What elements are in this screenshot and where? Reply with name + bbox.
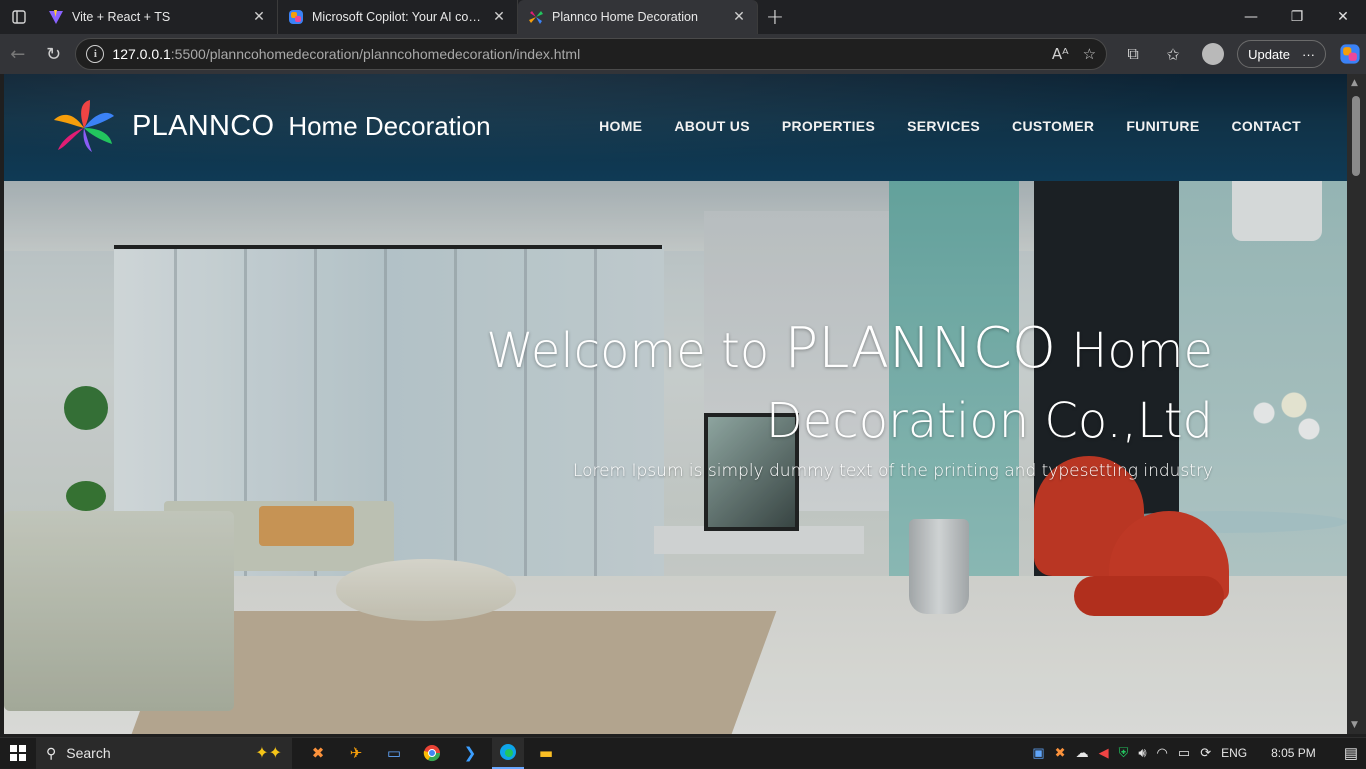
- xampp-icon[interactable]: ✖: [302, 738, 334, 769]
- nav-about-us[interactable]: ABOUT US: [674, 118, 750, 134]
- vscode-icon[interactable]: ❯: [454, 738, 486, 769]
- tray-cloud-icon[interactable]: ☁: [1076, 745, 1089, 761]
- pinwheel-logo-icon: [54, 100, 114, 152]
- page-viewport: PLANNCO Home Decoration HOME ABOUT US PR…: [4, 74, 1347, 734]
- plannco-favicon-icon: [529, 11, 543, 24]
- update-label: Update: [1248, 46, 1290, 62]
- copilot-sidebar-icon[interactable]: [1334, 38, 1366, 70]
- sparkle-icon: ✦✦: [255, 745, 282, 762]
- hero-banner: Welcome to PLANNCO Home Decoration Co.,L…: [4, 181, 1347, 734]
- reload-icon[interactable]: ↻: [36, 38, 72, 70]
- url-text[interactable]: 127.0.0.1:5500/planncohomedecoration/pla…: [112, 46, 580, 62]
- hero-title-brand: PLANNCO: [784, 316, 1056, 381]
- clock[interactable]: 8:05 PM: [1271, 746, 1316, 760]
- edge-icon[interactable]: [492, 737, 524, 769]
- nav-services[interactable]: SERVICES: [907, 118, 980, 134]
- close-icon[interactable]: ✕: [731, 9, 747, 25]
- profile-icon[interactable]: [1197, 38, 1229, 70]
- wifi-icon[interactable]: ◠: [1157, 745, 1168, 761]
- page-scrollbar[interactable]: ▲ ▼: [1347, 74, 1366, 734]
- search-placeholder: Search: [66, 745, 111, 761]
- tab-title: Microsoft Copilot: Your AI companion: [312, 10, 491, 24]
- tab-vite[interactable]: Vite + React + TS ✕: [38, 0, 278, 34]
- hero-title: Welcome to PLANNCO Home Decoration Co.,L…: [213, 314, 1213, 456]
- search-icon: ⚲: [46, 744, 57, 761]
- nav-funiture[interactable]: FUNITURE: [1126, 118, 1199, 134]
- nav-properties[interactable]: PROPERTIES: [782, 118, 875, 134]
- notifications-icon[interactable]: ▤: [1344, 744, 1358, 762]
- taskbar-search[interactable]: ⚲ Search ✦✦: [36, 737, 292, 769]
- nav-contact[interactable]: CONTACT: [1232, 118, 1302, 134]
- tray-app-icon[interactable]: ▣: [1032, 745, 1044, 761]
- volume-icon[interactable]: 🔊︎: [1138, 745, 1146, 761]
- taskbar: ⚲ Search ✦✦ ✖ ✈ ▭ ❯ ▬ ▣ ✖ ☁ ◀ ⛨ 🔊︎ ◠ ▭ ⟳…: [0, 737, 1366, 769]
- favorite-star-icon[interactable]: ☆: [1083, 45, 1096, 63]
- url-host: 127.0.0.1: [112, 46, 171, 62]
- battery-icon[interactable]: ▭: [1178, 745, 1190, 761]
- tab-actions-icon[interactable]: [0, 0, 38, 34]
- vite-icon: [49, 10, 63, 24]
- back-icon[interactable]: ←: [0, 38, 36, 70]
- site-info-icon[interactable]: i: [86, 45, 105, 63]
- browser-toolbar: ← ↻ i 127.0.0.1:5500/planncohomedecorati…: [0, 34, 1366, 74]
- avatar: [1202, 43, 1225, 65]
- close-icon[interactable]: ✕: [491, 9, 507, 25]
- window-controls: — ❐ ✕: [1228, 0, 1366, 34]
- tab-copilot[interactable]: Microsoft Copilot: Your AI companion ✕: [278, 0, 518, 34]
- brand-name: PLANNCO: [132, 109, 275, 142]
- restore-icon[interactable]: ❐: [1274, 0, 1320, 34]
- new-tab-button[interactable]: +: [758, 0, 792, 34]
- monitor-icon[interactable]: ▭: [378, 738, 410, 769]
- system-tray: ▣ ✖ ☁ ◀ ⛨ 🔊︎ ◠ ▭ ⟳ ENG 8:05 PM ▤: [1032, 744, 1366, 762]
- url-path: :5500/planncohomedecoration/planncohomed…: [170, 46, 581, 62]
- scroll-down-icon[interactable]: ▼: [1351, 720, 1358, 730]
- close-window-icon[interactable]: ✕: [1320, 0, 1366, 34]
- scroll-up-icon[interactable]: ▲: [1351, 78, 1358, 88]
- more-icon: ···: [1302, 46, 1315, 62]
- tray-xampp-icon[interactable]: ✖: [1055, 745, 1066, 761]
- minimize-icon[interactable]: —: [1228, 0, 1274, 34]
- main-nav: HOME ABOUT US PROPERTIES SERVICES CUSTOM…: [599, 118, 1301, 134]
- brand-subtitle: Home Decoration: [288, 110, 491, 141]
- tray-media-icon[interactable]: ◀: [1099, 745, 1109, 761]
- file-explorer-icon[interactable]: ▬: [530, 738, 562, 769]
- tab-title: Vite + React + TS: [72, 10, 171, 24]
- nav-home[interactable]: HOME: [599, 118, 642, 134]
- language-indicator[interactable]: ENG: [1221, 746, 1247, 760]
- site-logo[interactable]: PLANNCO Home Decoration: [52, 100, 491, 152]
- folder-shortcut-icon[interactable]: ✈: [340, 738, 372, 769]
- close-icon[interactable]: ✕: [251, 9, 267, 25]
- scroll-thumb[interactable]: [1352, 96, 1360, 176]
- nav-customer[interactable]: CUSTOMER: [1012, 118, 1094, 134]
- taskbar-apps: ✖ ✈ ▭ ❯ ▬: [302, 737, 562, 769]
- read-aloud-icon[interactable]: Aᴬ: [1052, 45, 1069, 63]
- tray-security-icon[interactable]: ⛨: [1119, 745, 1129, 761]
- tray-sync-icon[interactable]: ⟳: [1200, 745, 1211, 761]
- favorites-icon[interactable]: ✩: [1157, 38, 1189, 70]
- toolbar-right: ⧉ ✩ Update ···: [1117, 38, 1366, 70]
- chrome-icon[interactable]: [416, 738, 448, 769]
- address-bar[interactable]: i 127.0.0.1:5500/planncohomedecoration/p…: [75, 38, 1108, 70]
- tab-title: Plannco Home Decoration: [552, 10, 698, 24]
- windows-start-icon[interactable]: [0, 738, 36, 769]
- hero-title-prefix: Welcome to: [486, 323, 785, 379]
- hero-subtitle: Lorem Ipsum is simply dummy text of the …: [572, 461, 1213, 481]
- hero-overlay: [4, 181, 1347, 734]
- browser-tab-bar: Vite + React + TS ✕ Microsoft Copilot: Y…: [0, 0, 1366, 34]
- extensions-icon[interactable]: ⧉: [1117, 38, 1149, 70]
- tab-plannco[interactable]: Plannco Home Decoration ✕: [518, 0, 758, 34]
- site-header: PLANNCO Home Decoration HOME ABOUT US PR…: [4, 74, 1347, 181]
- address-actions: Aᴬ ☆: [1052, 45, 1096, 63]
- copilot-icon: [289, 10, 303, 24]
- update-button[interactable]: Update ···: [1237, 40, 1326, 68]
